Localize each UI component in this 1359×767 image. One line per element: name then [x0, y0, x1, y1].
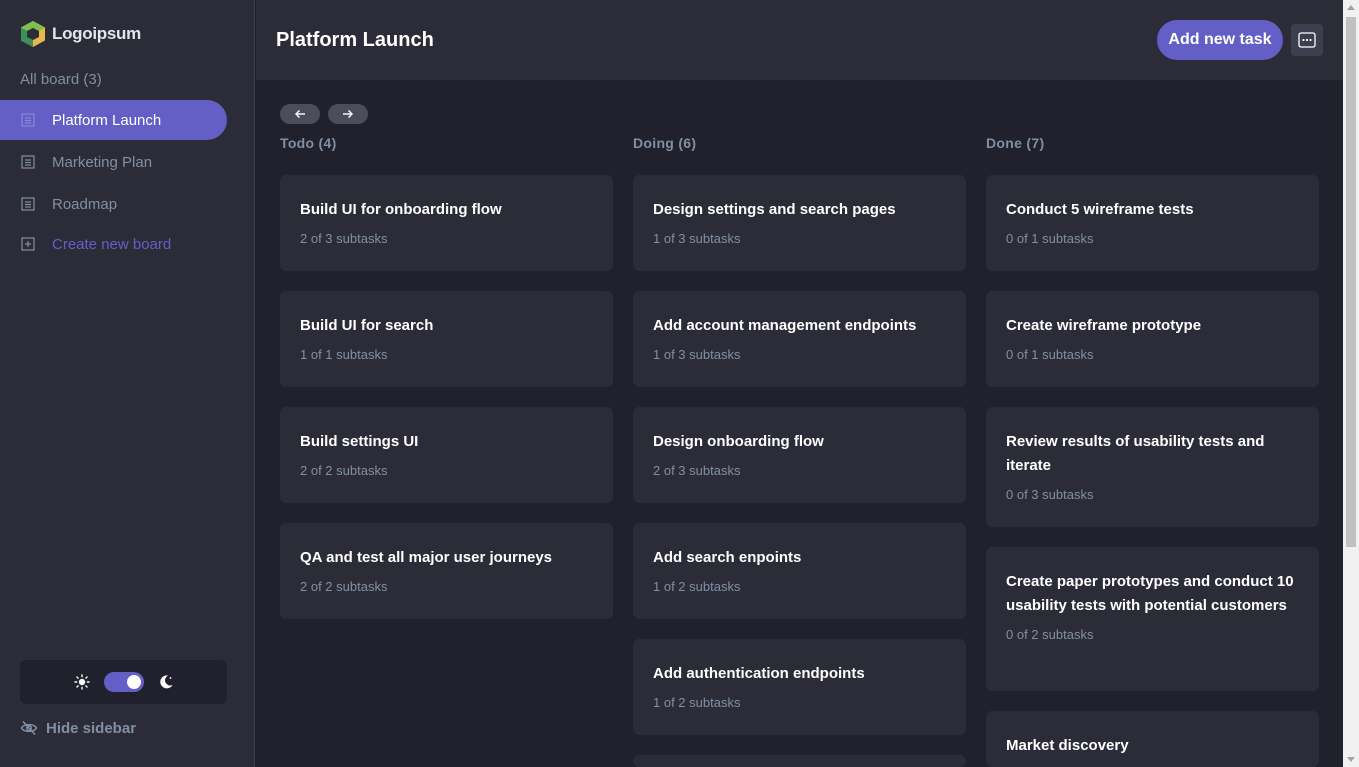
more-options-button[interactable] [1291, 24, 1323, 56]
sidebar-item-marketing-plan[interactable]: Marketing Plan [0, 142, 227, 182]
task-title: Build UI for search [300, 317, 434, 334]
arrow-right-icon [343, 110, 353, 118]
page-title: Platform Launch [276, 29, 434, 51]
task-subtasks: 2 of 3 subtasks [653, 463, 741, 478]
column-title-doing: Doing (6) [633, 135, 697, 151]
logo-icon [21, 21, 45, 47]
task-title: Add authentication endpoints [653, 665, 865, 682]
sidebar-item-label: Roadmap [52, 195, 118, 213]
task-card[interactable]: QA and test all major user journeys 2 of… [280, 523, 613, 619]
task-subtasks: 1 of 3 subtasks [653, 347, 741, 362]
task-title: Review results of usability tests and it… [1006, 433, 1265, 474]
scroll-right-button[interactable] [328, 104, 368, 124]
task-card[interactable] [633, 755, 966, 767]
task-title: Market discovery [1006, 737, 1129, 754]
task-title: QA and test all major user journeys [300, 549, 553, 566]
more-options-icon [1298, 32, 1316, 48]
theme-toggle [20, 660, 227, 704]
sidebar-item-platform-launch[interactable]: Platform Launch [0, 100, 227, 140]
task-subtasks: 0 of 2 subtasks [1006, 627, 1094, 642]
task-title: Create paper prototypes and conduct 10 u… [1006, 573, 1294, 614]
task-card[interactable]: Build UI for onboarding flow 2 of 3 subt… [280, 175, 613, 271]
task-card[interactable]: Design onboarding flow 2 of 3 subtasks [633, 407, 966, 503]
theme-switch[interactable] [103, 672, 144, 692]
task-subtasks: 0 of 1 subtasks [1006, 347, 1094, 362]
task-card[interactable]: Market discovery [986, 711, 1319, 767]
sidebar-item-roadmap[interactable]: Roadmap [0, 184, 227, 224]
add-new-task-button[interactable]: Add new task [1157, 20, 1283, 60]
scrollbar-thumb[interactable] [1346, 17, 1356, 547]
all-boards-heading: All board (3) [20, 71, 102, 88]
moon-icon [158, 674, 174, 690]
task-card[interactable]: Build UI for search 1 of 1 subtasks [280, 291, 613, 387]
create-new-board-button[interactable]: Create new board [0, 224, 227, 264]
task-card[interactable]: Review results of usability tests and it… [986, 407, 1319, 527]
task-subtasks: 0 of 1 subtasks [1006, 231, 1094, 246]
sun-icon [73, 674, 90, 690]
task-card[interactable]: Add search enpoints 1 of 2 subtasks [633, 523, 966, 619]
task-title: Design onboarding flow [653, 433, 824, 450]
task-card[interactable]: Create paper prototypes and conduct 10 u… [986, 547, 1319, 691]
task-title: Add account management endpoints [653, 317, 917, 334]
task-title: Design settings and search pages [653, 201, 896, 218]
task-title: Add search enpoints [653, 549, 802, 566]
header: Platform Launch Add new task [256, 0, 1343, 80]
scroll-up-arrow-icon[interactable] [1347, 5, 1355, 10]
task-card[interactable]: Conduct 5 wireframe tests 0 of 1 subtask… [986, 175, 1319, 271]
task-title: Build settings UI [300, 433, 419, 450]
task-subtasks: 1 of 2 subtasks [653, 695, 741, 710]
task-title: Build UI for onboarding flow [300, 201, 502, 218]
task-card[interactable]: Build settings UI 2 of 2 subtasks [280, 407, 613, 503]
board-icon [20, 112, 36, 128]
eye-slash-icon [20, 719, 38, 737]
task-subtasks: 2 of 2 subtasks [300, 463, 388, 478]
logo-text: Logoipsum [52, 24, 141, 43]
task-card[interactable]: Add account management endpoints 1 of 3 … [633, 291, 966, 387]
theme-switch-knob [126, 675, 141, 689]
task-title: Conduct 5 wireframe tests [1006, 201, 1194, 218]
board-icon [20, 154, 36, 170]
board-icon [20, 196, 36, 212]
sidebar-item-label: Platform Launch [52, 111, 162, 129]
sidebar-item-label: Marketing Plan [52, 153, 153, 171]
task-subtasks: 2 of 2 subtasks [300, 579, 388, 594]
task-title: Create wireframe prototype [1006, 317, 1202, 334]
task-card[interactable]: Design settings and search pages 1 of 3 … [633, 175, 966, 271]
hide-sidebar-label: Hide sidebar [46, 719, 137, 737]
task-subtasks: 2 of 3 subtasks [300, 231, 388, 246]
column-title-todo: Todo (4) [280, 135, 337, 151]
scroll-left-button[interactable] [280, 104, 320, 124]
task-card[interactable]: Add authentication endpoints 1 of 2 subt… [633, 639, 966, 735]
scroll-down-arrow-icon[interactable] [1347, 757, 1355, 762]
arrow-left-icon [295, 110, 305, 118]
create-new-board-label: Create new board [52, 235, 172, 253]
task-card[interactable]: Create wireframe prototype 0 of 1 subtas… [986, 291, 1319, 387]
hide-sidebar-button[interactable]: Hide sidebar [20, 718, 136, 738]
task-subtasks: 1 of 2 subtasks [653, 579, 741, 594]
column-title-done: Done (7) [986, 135, 1045, 151]
task-subtasks: 1 of 3 subtasks [653, 231, 741, 246]
sidebar: Logoipsum All board (3) Platform Launch … [0, 0, 255, 767]
page-scrollbar[interactable] [1343, 0, 1359, 767]
logo[interactable]: Logoipsum [20, 20, 141, 48]
task-subtasks: 0 of 3 subtasks [1006, 487, 1094, 502]
task-subtasks: 1 of 1 subtasks [300, 347, 388, 362]
add-board-icon [20, 236, 36, 252]
